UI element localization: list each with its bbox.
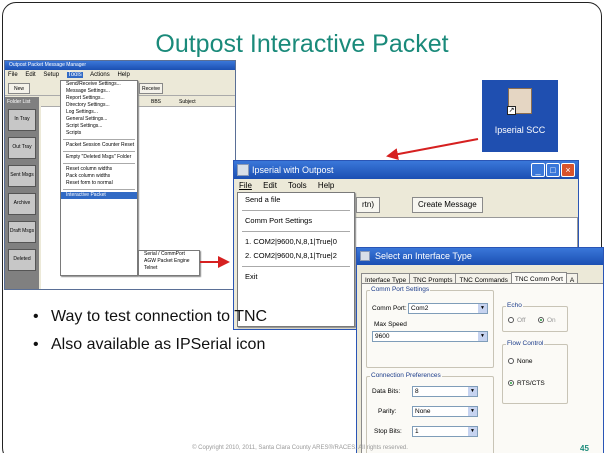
slide: Outpost Interactive Packet Outpost Packe… [0, 0, 604, 453]
copyright-footer: © Copyright 2010, 2011, Santa Clara Coun… [192, 445, 408, 451]
arrow-icon-to-window [386, 138, 479, 161]
bullet-item: Also available as IPSerial icon [33, 335, 333, 355]
page-number: 45 [580, 444, 589, 453]
bullet-item: Way to test connection to TNC [33, 307, 333, 327]
bullet-list: Way to test connection to TNC Also avail… [33, 307, 333, 363]
annotation-arrows [200, 138, 479, 268]
